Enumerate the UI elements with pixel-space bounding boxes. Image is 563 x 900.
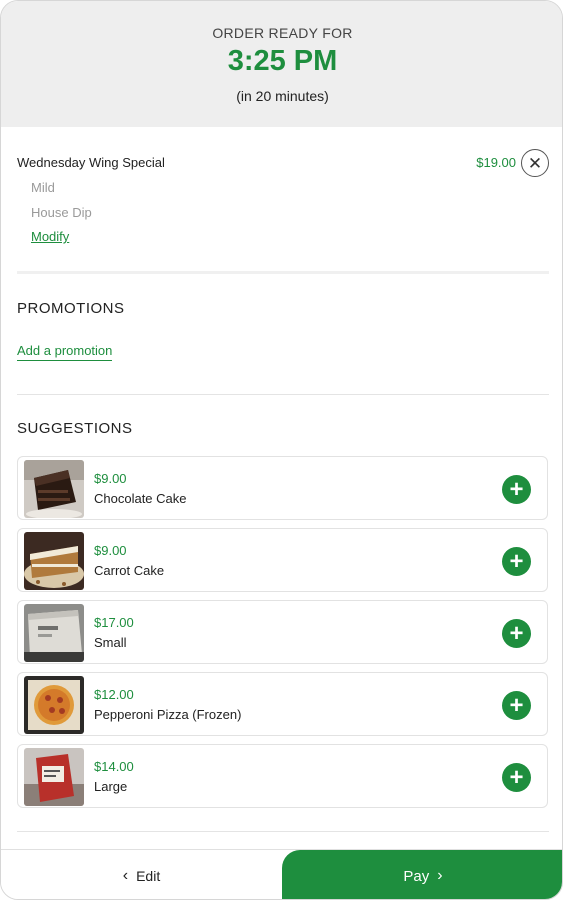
pay-button[interactable]: Pay › xyxy=(282,850,562,899)
cart-item-modifier: Mild xyxy=(31,180,55,195)
suggestion-name: Small xyxy=(94,635,127,650)
cart-item-price: $19.00 xyxy=(476,155,516,170)
suggestion-price: $12.00 xyxy=(94,687,134,702)
suggestion-item[interactable]: $9.00 Carrot Cake + xyxy=(17,528,548,592)
plus-icon: + xyxy=(509,547,524,575)
small-item-image xyxy=(24,604,84,662)
promotions-title: PROMOTIONS xyxy=(17,300,125,317)
add-suggestion-button[interactable]: + xyxy=(502,475,531,504)
large-item-image xyxy=(24,748,84,806)
suggestion-name: Carrot Cake xyxy=(94,563,165,578)
add-promotion-link[interactable]: Add a promotion xyxy=(17,343,113,361)
suggestion-price: $9.00 xyxy=(94,543,127,558)
section-divider xyxy=(17,831,549,832)
suggestion-item[interactable]: $14.00 Large + xyxy=(17,744,548,808)
suggestion-item[interactable]: $9.00 Chocolate Cake + xyxy=(17,456,548,520)
cart-item: Wednesday Wing Special $19.00 ✕ Mild Hou… xyxy=(17,149,549,246)
section-divider xyxy=(17,394,549,395)
carrot-cake-image xyxy=(24,532,84,590)
suggestion-name: Chocolate Cake xyxy=(94,491,187,506)
plus-icon: + xyxy=(509,691,524,719)
chocolate-cake-image xyxy=(24,460,84,518)
add-suggestion-button[interactable]: + xyxy=(502,691,531,720)
plus-icon: + xyxy=(509,619,524,647)
order-ready-header: ORDER READY FOR 3:25 PM (in 20 minutes) xyxy=(1,1,562,127)
section-divider xyxy=(17,271,549,274)
suggestions-title: SUGGESTIONS xyxy=(17,420,133,437)
cart-item-modifier: House Dip xyxy=(31,205,92,220)
suggestion-item[interactable]: $17.00 Small + xyxy=(17,600,548,664)
checkout-footer: ‹ Edit Pay › xyxy=(1,849,562,899)
suggestion-item[interactable]: $12.00 Pepperoni Pizza (Frozen) + xyxy=(17,672,548,736)
add-suggestion-button[interactable]: + xyxy=(502,619,531,648)
edit-label: Edit xyxy=(136,868,161,884)
order-ready-time: 3:25 PM xyxy=(227,45,338,77)
suggestion-name: Large xyxy=(94,779,128,794)
plus-icon: + xyxy=(509,475,524,503)
suggestion-price: $9.00 xyxy=(94,471,127,486)
plus-icon: + xyxy=(509,763,524,791)
pepperoni-pizza-image xyxy=(24,676,84,734)
chevron-left-icon: ‹ xyxy=(122,867,129,884)
chevron-right-icon: › xyxy=(437,867,443,884)
cart-item-name: Wednesday Wing Special xyxy=(17,155,165,170)
suggestion-price: $17.00 xyxy=(94,615,134,630)
edit-button[interactable]: ‹ Edit xyxy=(1,850,282,899)
close-icon: ✕ xyxy=(527,153,543,173)
add-suggestion-button[interactable]: + xyxy=(502,763,531,792)
modify-link[interactable]: Modify xyxy=(31,229,69,244)
remove-item-button[interactable]: ✕ xyxy=(521,149,549,177)
pay-label: Pay xyxy=(403,867,430,885)
suggestion-price: $14.00 xyxy=(94,759,134,774)
checkout-screen: ORDER READY FOR 3:25 PM (in 20 minutes) … xyxy=(0,0,563,900)
order-ready-eta: (in 20 minutes) xyxy=(236,88,329,104)
suggestion-name: Pepperoni Pizza (Frozen) xyxy=(94,707,242,722)
add-suggestion-button[interactable]: + xyxy=(502,547,531,576)
order-ready-label: ORDER READY FOR xyxy=(212,25,353,41)
